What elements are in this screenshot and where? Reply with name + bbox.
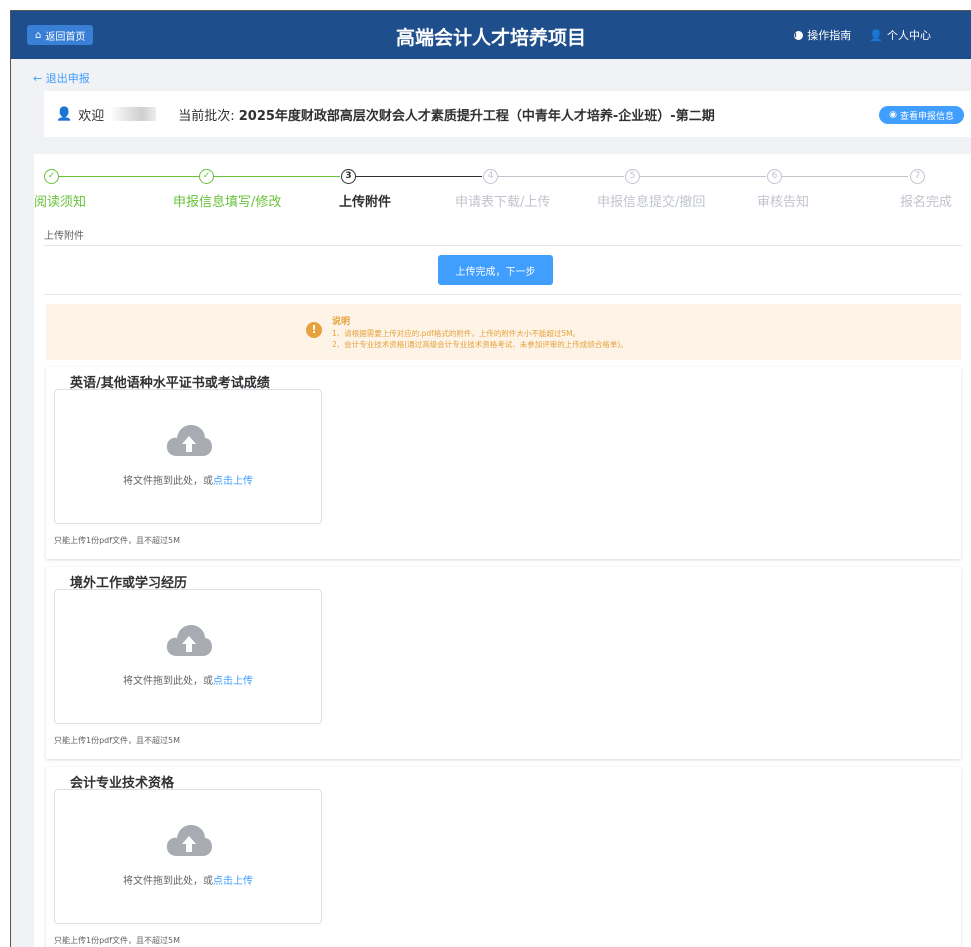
upload-text: 将文件拖到此处，或点击上传: [55, 872, 321, 887]
upload-text: 将文件拖到此处，或点击上传: [55, 472, 321, 487]
eye-icon: ◉: [889, 110, 897, 120]
cloud-upload-icon: [166, 825, 212, 856]
step-label: 上传附件: [339, 195, 392, 210]
user-center-link[interactable]: 👤 个人中心: [869, 27, 931, 43]
top-right-menu: i 操作指南 👤 个人中心: [794, 27, 931, 43]
step-2: ✓ 申报信息填写/修改: [173, 169, 281, 210]
divider: [44, 294, 962, 295]
notice-title: 说明: [332, 317, 351, 327]
step-3: 3 上传附件: [339, 169, 391, 210]
info-icon: i: [794, 30, 804, 40]
step-5: 5 申报信息提交/撤回: [597, 169, 705, 210]
step-label: 审核告知: [757, 195, 810, 210]
drop-text: 将文件拖到此处，或: [123, 476, 213, 487]
click-upload-link[interactable]: 点击上传: [213, 876, 253, 887]
upload-section-overseas: 境外工作或学习经历 将文件拖到此处，或点击上传 只能上传1份pdf文件，且不超过…: [46, 567, 961, 759]
step-number: 3: [341, 169, 356, 184]
warning-icon: !: [306, 322, 322, 338]
step-number: 4: [483, 169, 498, 184]
main-card: ✓ 阅读须知 ✓ 申报信息填写/修改 3 上传附件 4 申请表下载/上传 5 申…: [34, 154, 971, 947]
step-7: 7 报名完成: [900, 169, 952, 210]
click-upload-link[interactable]: 点击上传: [213, 676, 253, 687]
batch-prefix: 当前批次:: [178, 108, 235, 124]
step-label: 申请表下载/上传: [455, 195, 551, 210]
view-application-button[interactable]: ◉ 查看申报信息: [879, 106, 964, 124]
welcome: 👤 欢迎: [56, 105, 157, 124]
divider: [44, 245, 962, 246]
step-check-icon: ✓: [199, 169, 214, 184]
upload-tip: 只能上传1份pdf文件，且不超过5M: [54, 936, 181, 945]
step-check-icon: ✓: [44, 169, 59, 184]
step-connector: [214, 176, 340, 177]
step-label: 报名完成: [900, 195, 953, 210]
step-connector: [356, 176, 482, 177]
guide-link[interactable]: i 操作指南: [794, 27, 851, 43]
step-label: 申报信息填写/修改: [173, 195, 282, 210]
welcome-greeting: 欢迎: [78, 108, 105, 124]
notice-line-1: 1、请根据需要上传对应的.pdf格式的附件，上传的附件大小不能超过5M。: [332, 329, 581, 338]
step-1: ✓ 阅读须知: [34, 169, 86, 210]
guide-label: 操作指南: [807, 29, 852, 42]
upload-dropzone[interactable]: 将文件拖到此处，或点击上传: [54, 789, 322, 924]
step-number: 5: [625, 169, 640, 184]
progress-steps: ✓ 阅读须知 ✓ 申报信息填写/修改 3 上传附件 4 申请表下载/上传 5 申…: [34, 169, 971, 210]
step-connector: [498, 176, 624, 177]
welcome-card: 👤 欢迎 当前批次: 2025年度财政部高层次财会人才素质提升工程（中青年人才培…: [44, 91, 971, 137]
upload-done-next-button[interactable]: 上传完成，下一步: [438, 255, 553, 285]
upload-section-language: 英语/其他语种水平证书或考试成绩 将文件拖到此处，或点击上传 只能上传1份pdf…: [46, 367, 961, 559]
notice-line-2: 2、会计专业技术资格(通过高级会计专业技术资格考试、未参加评审的上传成绩合格单)…: [332, 340, 628, 349]
exit-link[interactable]: ← 退出申报: [33, 70, 90, 86]
step-4: 4 申请表下载/上传: [455, 169, 550, 210]
user-icon: 👤: [869, 28, 883, 42]
step-6: 6 审核告知: [757, 169, 809, 210]
step-connector: [640, 176, 766, 177]
step-number: 7: [910, 169, 925, 184]
step-label: 阅读须知: [34, 195, 87, 210]
current-batch: 当前批次: 2025年度财政部高层次财会人才素质提升工程（中青年人才培养-企业班…: [178, 105, 715, 124]
blurred-username: [110, 107, 157, 121]
top-header: ⌂ 返回首页 高端会计人才培养项目 i 操作指南 👤 个人中心: [11, 11, 971, 59]
step-connector: [782, 176, 908, 177]
step-connector: [59, 176, 199, 177]
step-label: 申报信息提交/撤回: [597, 195, 706, 210]
sub-step-label: 上传附件: [44, 231, 84, 242]
upload-dropzone[interactable]: 将文件拖到此处，或点击上传: [54, 389, 322, 524]
step-number: 6: [767, 169, 782, 184]
click-upload-link[interactable]: 点击上传: [213, 476, 253, 487]
cloud-upload-icon: [166, 625, 212, 656]
upload-tip: 只能上传1份pdf文件，且不超过5M: [54, 536, 181, 545]
notice-box: ! 说明 1、请根据需要上传对应的.pdf格式的附件，上传的附件大小不能超过5M…: [46, 304, 961, 360]
user-center-label: 个人中心: [887, 29, 931, 42]
batch-name: 2025年度财政部高层次财会人才素质提升工程（中青年人才培养-企业班）-第二期: [238, 108, 715, 124]
view-application-label: 查看申报信息: [899, 111, 954, 122]
upload-dropzone[interactable]: 将文件拖到此处，或点击上传: [54, 589, 322, 724]
upload-section-qualification: 会计专业技术资格 将文件拖到此处，或点击上传 只能上传1份pdf文件，且不超过5…: [46, 767, 961, 947]
app-frame: ⌂ 返回首页 高端会计人才培养项目 i 操作指南 👤 个人中心 ← 退出申报 👤…: [10, 10, 971, 947]
upload-tip: 只能上传1份pdf文件，且不超过5M: [54, 736, 181, 745]
upload-text: 将文件拖到此处，或点击上传: [55, 672, 321, 687]
cloud-upload-icon: [166, 425, 212, 456]
drop-text: 将文件拖到此处，或: [123, 876, 213, 887]
drop-text: 将文件拖到此处，或: [123, 676, 213, 687]
user-icon: 👤: [56, 106, 73, 122]
